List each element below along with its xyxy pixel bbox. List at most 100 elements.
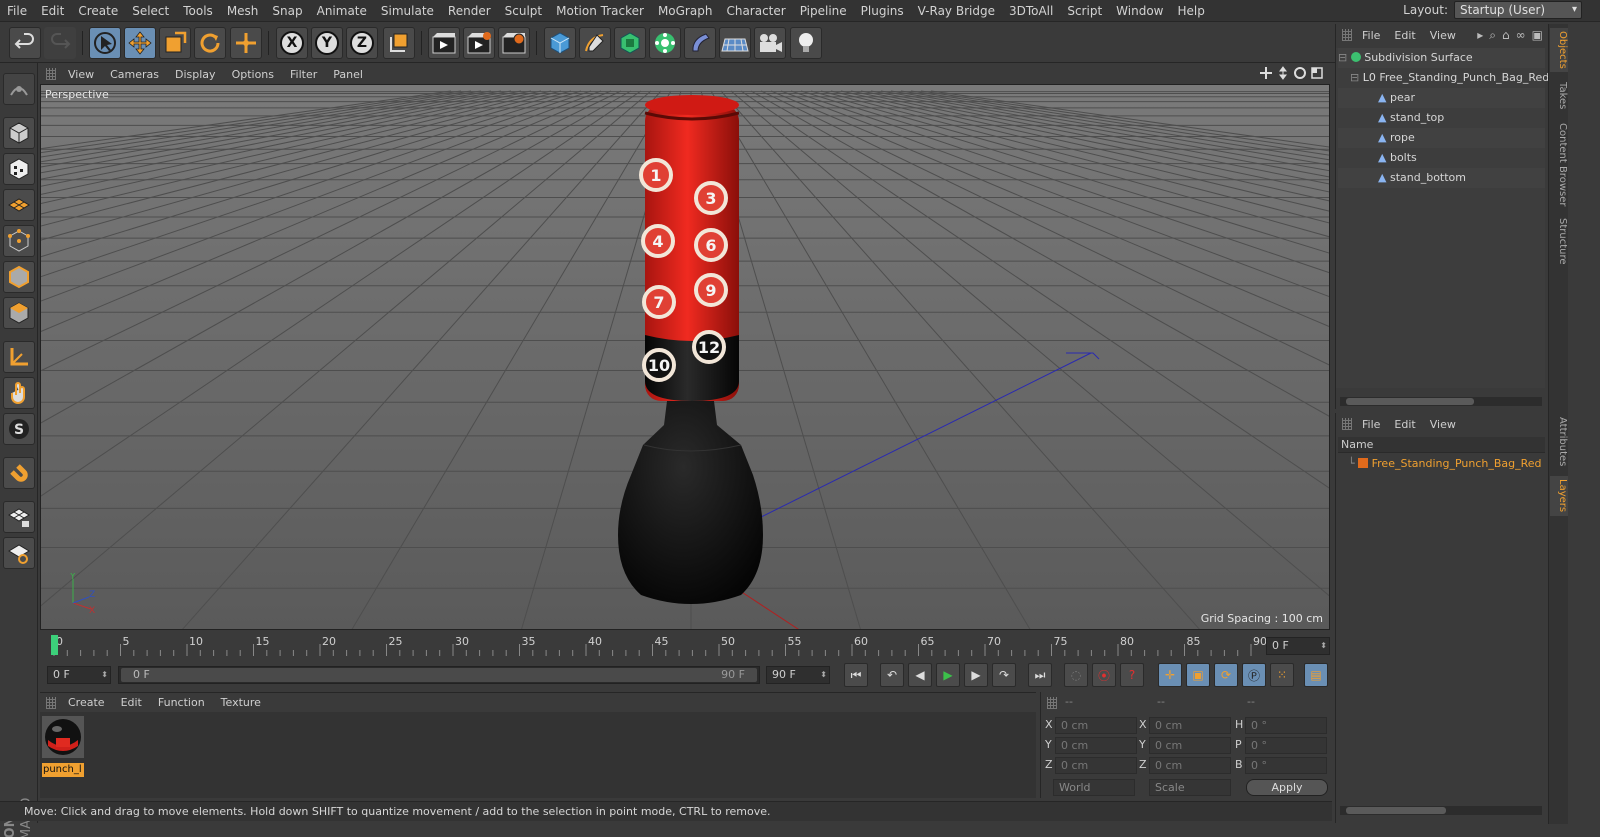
objects-menu-view[interactable]: View [1424, 29, 1464, 42]
menu-mograph[interactable]: MoGraph [651, 0, 720, 22]
perspective-viewport[interactable]: 1 3 4 6 7 9 10 12 Perspective Y X Z Grid Spacin… [40, 84, 1330, 630]
preview-range-slider[interactable]: 0 F 90 F [118, 666, 760, 684]
key-parameter-icon[interactable]: Ⓟ [1242, 663, 1266, 687]
material-menu-texture[interactable]: Texture [213, 696, 269, 709]
layer-color-swatch[interactable] [1358, 458, 1369, 468]
next-frame-icon[interactable]: ▶ [964, 663, 988, 687]
tab-content-browser[interactable]: Content Browser [1550, 120, 1568, 210]
camera-icon[interactable] [754, 27, 786, 59]
rot-p-field[interactable]: 0 ° [1245, 737, 1327, 754]
tab-layers[interactable]: Layers [1550, 476, 1568, 516]
scale-tool-icon[interactable] [159, 27, 191, 59]
live-selection-icon[interactable] [230, 27, 262, 59]
pos-x-field[interactable]: 0 cm [1055, 717, 1137, 734]
viewport-menu-display[interactable]: Display [167, 68, 224, 81]
edges-mode-icon[interactable] [3, 261, 35, 293]
layer-horizontal-scrollbar[interactable] [1340, 806, 1542, 815]
panel-grip-icon[interactable] [46, 68, 56, 80]
pen-spline-icon[interactable] [579, 27, 611, 59]
layer-panel-grip-icon[interactable] [1342, 418, 1352, 430]
mograph-cloner-icon[interactable] [649, 27, 681, 59]
snapping-icon[interactable]: S [3, 413, 35, 445]
tree-item-pear[interactable]: ▲ pear [1338, 88, 1545, 108]
size-z-field[interactable]: 0 cm [1149, 757, 1231, 774]
menu-create[interactable]: Create [71, 0, 125, 22]
objects-menu-edit[interactable]: Edit [1388, 29, 1423, 42]
workplane-lock-icon[interactable] [3, 501, 35, 533]
make-editable-icon[interactable] [3, 73, 35, 105]
pos-y-field[interactable]: 0 cm [1055, 737, 1137, 754]
render-to-picture-viewer-icon[interactable] [463, 27, 495, 59]
select-cursor-icon[interactable] [89, 27, 121, 59]
arrow-right-icon[interactable]: ▸ [1477, 28, 1483, 43]
subdivision-generator-icon[interactable] [614, 27, 646, 59]
tree-item-free-standing-punch-bag[interactable]: ⊟ L0 Free_Standing_Punch_Bag_Red [1338, 68, 1549, 88]
menu-render[interactable]: Render [441, 0, 498, 22]
deformer-bend-icon[interactable] [684, 27, 716, 59]
apply-button[interactable]: Apply [1246, 779, 1328, 796]
record-keys-icon[interactable]: ◌ [1064, 663, 1088, 687]
light-icon[interactable] [790, 27, 822, 59]
menu-snap[interactable]: Snap [265, 0, 309, 22]
orbit-view-icon[interactable] [1293, 66, 1307, 80]
layers-menu-view[interactable]: View [1424, 418, 1464, 431]
viewport-menu-cameras[interactable]: Cameras [102, 68, 167, 81]
viewport-menu-view[interactable]: View [60, 68, 102, 81]
material-menu-function[interactable]: Function [150, 696, 213, 709]
rot-b-field[interactable]: 0 ° [1245, 757, 1327, 774]
undo-icon[interactable] [9, 27, 41, 59]
menu-vray-bridge[interactable]: V-Ray Bridge [911, 0, 1002, 22]
tab-takes[interactable]: Takes [1550, 78, 1568, 114]
coordinate-space-dropdown[interactable]: World [1053, 779, 1135, 796]
redo-icon[interactable] [44, 27, 76, 59]
tab-attributes[interactable]: Attributes [1550, 414, 1568, 470]
menu-motion-tracker[interactable]: Motion Tracker [549, 0, 651, 22]
menu-character[interactable]: Character [719, 0, 792, 22]
menu-edit[interactable]: Edit [34, 0, 71, 22]
timeline-window-icon[interactable]: ▤ [1304, 663, 1328, 687]
menu-window[interactable]: Window [1109, 0, 1170, 22]
object-panel-grip-icon[interactable] [1342, 29, 1352, 41]
viewport-menu-options[interactable]: Options [224, 68, 282, 81]
viewport-menu-filter[interactable]: Filter [282, 68, 325, 81]
render-settings-icon[interactable] [498, 27, 530, 59]
texture-mode-icon[interactable] [3, 153, 35, 185]
menu-simulate[interactable]: Simulate [374, 0, 441, 22]
menu-animate[interactable]: Animate [310, 0, 374, 22]
menu-plugins[interactable]: Plugins [854, 0, 911, 22]
magnet-icon[interactable] [3, 457, 35, 489]
tab-structure[interactable]: Structure [1550, 216, 1568, 266]
previous-keyframe-icon[interactable]: ↶ [880, 663, 904, 687]
material-swatch[interactable]: punch_l [42, 716, 84, 777]
key-rotation-icon[interactable]: ⟳ [1214, 663, 1238, 687]
workplane-mode-icon[interactable] [3, 189, 35, 221]
play-icon[interactable]: ▶ [936, 663, 960, 687]
key-scale-icon[interactable]: ▣ [1186, 663, 1210, 687]
previous-frame-icon[interactable]: ◀ [908, 663, 932, 687]
go-to-start-icon[interactable]: ⏮ [844, 663, 868, 687]
key-position-icon[interactable]: ✛ [1158, 663, 1182, 687]
menu-file[interactable]: File [0, 0, 34, 22]
viewport-canvas[interactable]: 1 3 4 6 7 9 10 12 [41, 85, 1330, 630]
timeline-ruler[interactable]: 0 5 10 15 20 25 30 35 40 45 50 55 60 65 70 75 80 85 90 0 F [40, 632, 1332, 660]
chain-icon[interactable]: ∞ [1516, 28, 1526, 43]
move-tool-icon[interactable] [124, 27, 156, 59]
layers-menu-edit[interactable]: Edit [1388, 418, 1423, 431]
layer-row-free-standing-punch-bag[interactable]: └ Free_Standing_Punch_Bag_Red [1338, 454, 1545, 474]
size-y-field[interactable]: 0 cm [1149, 737, 1231, 754]
material-panel-grip-icon[interactable] [46, 696, 56, 709]
end-frame-field[interactable]: 90 F [766, 666, 830, 684]
tree-item-stand-bottom[interactable]: ▲ stand_bottom [1338, 168, 1545, 188]
timeline-ticks[interactable]: 0 5 10 15 20 25 30 35 40 45 50 55 60 65 70 75 80 85 90 [48, 632, 1270, 660]
object-horizontal-scrollbar[interactable] [1340, 397, 1542, 406]
y-axis-lock-icon[interactable]: Y [311, 27, 343, 59]
z-axis-lock-icon[interactable]: Z [346, 27, 378, 59]
menu-sculpt[interactable]: Sculpt [498, 0, 549, 22]
material-menu-create[interactable]: Create [60, 696, 113, 709]
coordinate-system-icon[interactable] [383, 27, 415, 59]
viewport-menu-panel[interactable]: Panel [325, 68, 371, 81]
workplane-snap-icon[interactable] [3, 537, 35, 569]
pan-view-icon[interactable] [1259, 66, 1273, 80]
tree-item-bolts[interactable]: ▲ bolts [1338, 148, 1545, 168]
tree-item-stand-top[interactable]: ▲ stand_top [1338, 108, 1545, 128]
